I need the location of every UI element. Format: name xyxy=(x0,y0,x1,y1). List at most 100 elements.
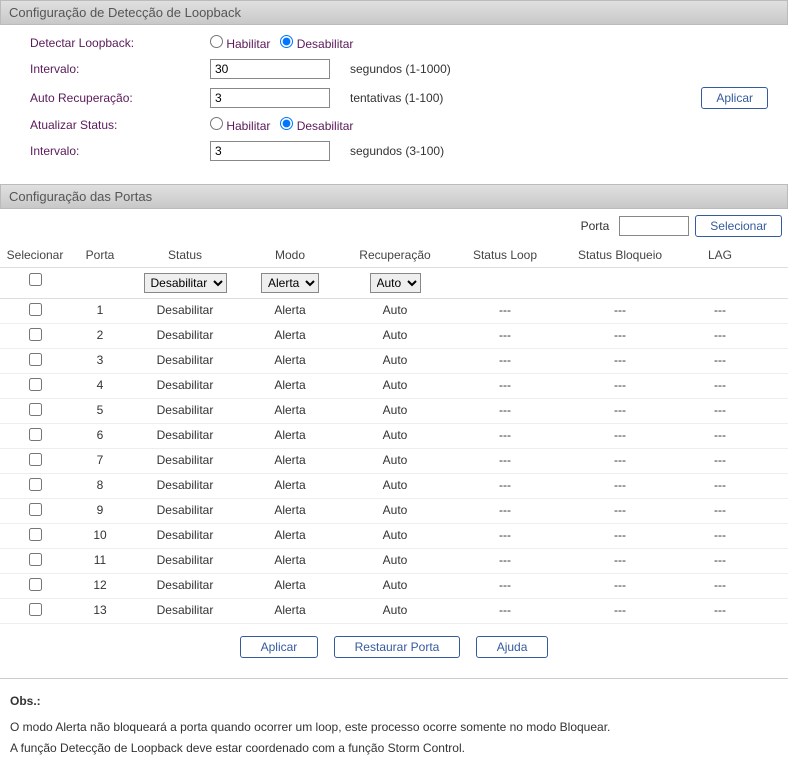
row-status: Desabilitar xyxy=(130,499,240,523)
row-status-block: --- xyxy=(560,474,680,498)
detect-disable-option[interactable]: Desabilitar xyxy=(280,35,353,51)
row-status: Desabilitar xyxy=(130,449,240,473)
update-enable-option[interactable]: Habilitar xyxy=(210,117,270,133)
port-search-input[interactable] xyxy=(619,216,689,236)
update-status-label: Atualizar Status: xyxy=(30,118,210,132)
interval-label: Intervalo: xyxy=(30,62,210,76)
apply-ports-button[interactable]: Aplicar xyxy=(240,636,319,658)
row-checkbox[interactable] xyxy=(29,403,42,416)
row-checkbox[interactable] xyxy=(29,553,42,566)
row-status-block: --- xyxy=(560,374,680,398)
interval2-input[interactable] xyxy=(210,141,330,161)
row-status: Desabilitar xyxy=(130,574,240,598)
footer-buttons: Aplicar Restaurar Porta Ajuda xyxy=(0,624,788,670)
row-mode: Alerta xyxy=(240,549,340,573)
select-all-checkbox[interactable] xyxy=(29,273,42,286)
loopback-config-section: Detectar Loopback: Habilitar Desabilitar… xyxy=(0,25,788,184)
separator xyxy=(0,678,788,679)
observations: Obs.: O modo Alerta não bloqueará a port… xyxy=(0,687,788,780)
row-status: Desabilitar xyxy=(130,299,240,323)
row-checkbox[interactable] xyxy=(29,503,42,516)
row-status-loop: --- xyxy=(450,524,560,548)
col-status-loop: Status Loop xyxy=(450,243,560,267)
row-status-loop: --- xyxy=(450,399,560,423)
detect-enable-option[interactable]: Habilitar xyxy=(210,35,270,51)
update-disable-option[interactable]: Desabilitar xyxy=(280,117,353,133)
recover-filter-select[interactable]: Auto xyxy=(370,273,421,293)
table-row: 2DesabilitarAlertaAuto--------- xyxy=(0,324,788,349)
row-lag: --- xyxy=(680,374,760,398)
interval-input[interactable] xyxy=(210,59,330,79)
row-status-block: --- xyxy=(560,599,680,623)
row-checkbox[interactable] xyxy=(29,378,42,391)
row-recover: Auto xyxy=(340,599,450,623)
row-checkbox[interactable] xyxy=(29,453,42,466)
row-status-loop: --- xyxy=(450,449,560,473)
mode-filter-select[interactable]: Alerta xyxy=(261,273,319,293)
restore-port-button[interactable]: Restaurar Porta xyxy=(334,636,461,658)
row-lag: --- xyxy=(680,399,760,423)
row-recover: Auto xyxy=(340,449,450,473)
row-status-loop: --- xyxy=(450,424,560,448)
row-recover: Auto xyxy=(340,499,450,523)
row-checkbox[interactable] xyxy=(29,528,42,541)
row-status: Desabilitar xyxy=(130,349,240,373)
auto-recover-input[interactable] xyxy=(210,88,330,108)
table-row: 12DesabilitarAlertaAuto--------- xyxy=(0,574,788,599)
row-checkbox[interactable] xyxy=(29,328,42,341)
row-lag: --- xyxy=(680,324,760,348)
row-status: Desabilitar xyxy=(130,399,240,423)
row-port: 2 xyxy=(70,324,130,348)
table-row: 1DesabilitarAlertaAuto--------- xyxy=(0,299,788,324)
col-status: Status xyxy=(130,243,240,267)
col-port: Porta xyxy=(70,243,130,267)
row-recover: Auto xyxy=(340,324,450,348)
status-filter-select[interactable]: Desabilitar xyxy=(144,273,227,293)
row-checkbox[interactable] xyxy=(29,603,42,616)
row-status-loop: --- xyxy=(450,499,560,523)
row-port: 13 xyxy=(70,599,130,623)
table-row: 13DesabilitarAlertaAuto--------- xyxy=(0,599,788,624)
row-status: Desabilitar xyxy=(130,374,240,398)
row-status-block: --- xyxy=(560,424,680,448)
row-status-loop: --- xyxy=(450,549,560,573)
ports-search-row: Porta Selecionar xyxy=(0,209,788,243)
row-checkbox[interactable] xyxy=(29,578,42,591)
table-filter-row: Desabilitar Alerta Auto xyxy=(0,268,788,299)
ports-table: Selecionar Porta Status Modo Recuperação… xyxy=(0,243,788,624)
auto-recover-hint: tentativas (1-100) xyxy=(350,91,443,105)
help-button[interactable]: Ajuda xyxy=(476,636,549,658)
row-status: Desabilitar xyxy=(130,524,240,548)
row-checkbox[interactable] xyxy=(29,353,42,366)
obs-title: Obs.: xyxy=(10,691,778,713)
row-lag: --- xyxy=(680,574,760,598)
interval2-hint: segundos (3-100) xyxy=(350,144,444,158)
row-mode: Alerta xyxy=(240,299,340,323)
row-recover: Auto xyxy=(340,424,450,448)
table-header-row: Selecionar Porta Status Modo Recuperação… xyxy=(0,243,788,268)
row-mode: Alerta xyxy=(240,574,340,598)
row-status-loop: --- xyxy=(450,474,560,498)
row-lag: --- xyxy=(680,599,760,623)
select-port-button[interactable]: Selecionar xyxy=(695,215,782,237)
row-checkbox[interactable] xyxy=(29,303,42,316)
interval-hint: segundos (1-1000) xyxy=(350,62,451,76)
row-status-loop: --- xyxy=(450,599,560,623)
table-row: 6DesabilitarAlertaAuto--------- xyxy=(0,424,788,449)
row-port: 5 xyxy=(70,399,130,423)
row-status-block: --- xyxy=(560,324,680,348)
col-status-block: Status Bloqueio xyxy=(560,243,680,267)
row-port: 3 xyxy=(70,349,130,373)
row-checkbox[interactable] xyxy=(29,428,42,441)
row-recover: Auto xyxy=(340,524,450,548)
table-rows-viewport[interactable]: 1DesabilitarAlertaAuto---------2Desabili… xyxy=(0,299,788,624)
row-lag: --- xyxy=(680,349,760,373)
row-status-block: --- xyxy=(560,349,680,373)
row-mode: Alerta xyxy=(240,524,340,548)
row-status-loop: --- xyxy=(450,374,560,398)
row-lag: --- xyxy=(680,549,760,573)
row-checkbox[interactable] xyxy=(29,478,42,491)
apply-loopback-button[interactable]: Aplicar xyxy=(701,87,768,109)
table-row: 3DesabilitarAlertaAuto--------- xyxy=(0,349,788,374)
row-port: 1 xyxy=(70,299,130,323)
